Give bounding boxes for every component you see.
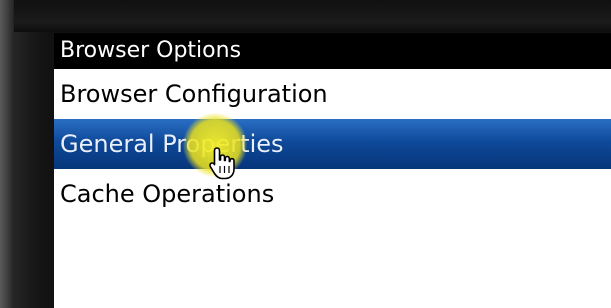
menu-item-general-properties[interactable]: General Properties bbox=[54, 119, 611, 169]
menu-item-browser-configuration[interactable]: Browser Configuration bbox=[54, 69, 611, 119]
device-left-edge bbox=[0, 0, 14, 308]
screen: Browser Options Browser Configuration Ge… bbox=[54, 33, 611, 308]
device-top-bezel bbox=[0, 0, 611, 32]
menu-item-cache-operations[interactable]: Cache Operations bbox=[54, 169, 611, 219]
menu-item-label: Cache Operations bbox=[60, 180, 275, 208]
menu-item-label: Browser Configuration bbox=[60, 80, 328, 108]
menu-item-label: General Properties bbox=[60, 130, 284, 158]
menu-title: Browser Options bbox=[54, 33, 611, 69]
menu-list: Browser Configuration General Properties… bbox=[54, 69, 611, 219]
